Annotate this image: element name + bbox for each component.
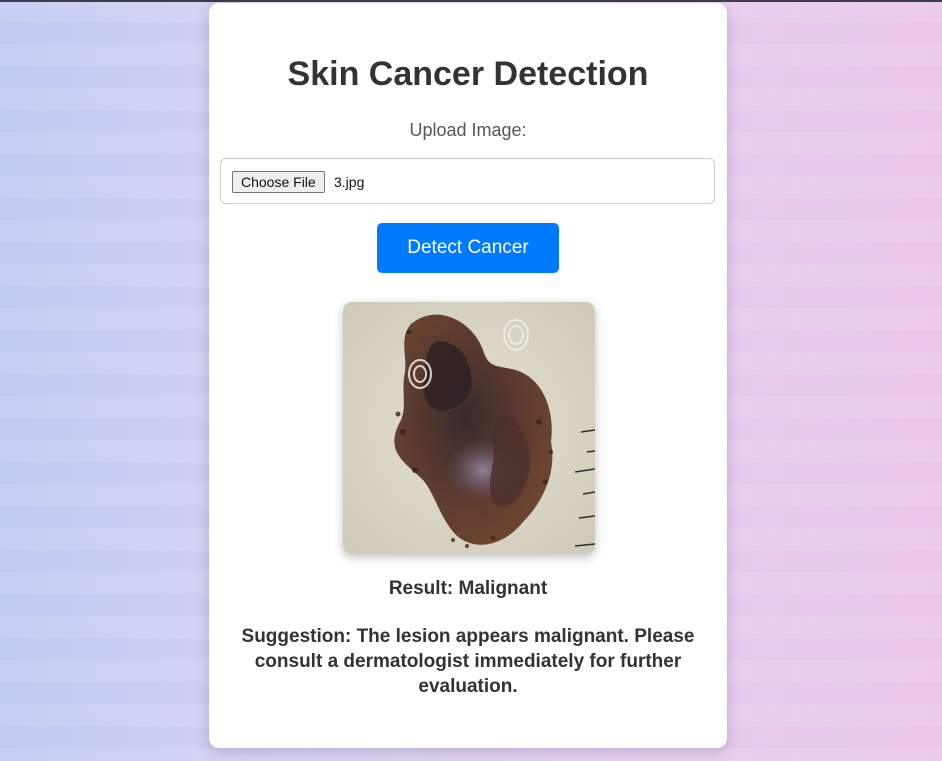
uploaded-image-preview [343,302,595,554]
suggestion-text: Suggestion: The lesion appears malignant… [241,626,695,697]
result-text: Result: Malignant [388,578,548,599]
detect-cancer-button[interactable]: Detect Cancer [377,223,559,273]
choose-file-button[interactable]: Choose File [232,171,325,193]
selected-file-name: 3.jpg [334,174,365,190]
window-top-border [0,0,942,2]
upload-label: Upload Image: [409,120,527,140]
detection-card: Skin Cancer Detection Upload Image: Choo… [209,3,727,748]
skin-lesion-image [343,302,595,554]
file-input[interactable]: Choose File 3.jpg [220,158,715,204]
page-title: Skin Cancer Detection [287,55,649,93]
